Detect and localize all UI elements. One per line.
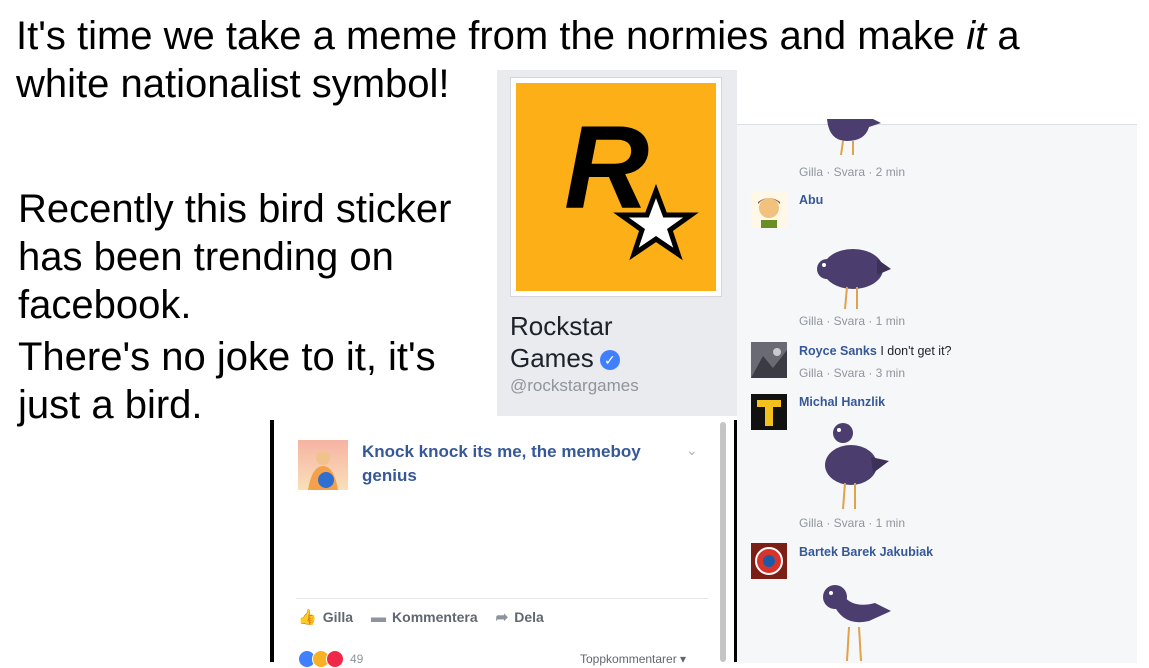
photo-avatar-icon [751,342,787,378]
reaction-count: 49 [350,652,364,666]
profile-handle[interactable]: @rockstargames [510,376,639,396]
bird-sticker-icon [823,585,891,662]
comment-meta[interactable]: Gilla · Svara · 3 min [799,366,905,380]
body-line: facebook. [18,283,192,327]
profile-name-line-2: Games ✓ [510,342,710,374]
speech-bubble-icon: ▬ [371,608,387,626]
profile-name-line-1: Rockstar [510,311,613,341]
comment-meta[interactable]: Gilla · Svara · 1 min [799,516,905,530]
comment-meta[interactable]: Gilla · Svara · 1 min [799,314,905,328]
post-title-link[interactable]: Knock knock its me, the memeboy genius [362,440,662,488]
profile-name[interactable]: Rockstar Games ✓ [510,310,710,374]
bird-sticker-icon [827,119,881,156]
commenter-name[interactable]: Michal Hanzlik [799,395,885,409]
headline-line-1: It's time we take a meme from the normie… [16,12,1020,60]
profile-name-text: Games [510,343,594,373]
bird-sticker-icon [825,423,889,510]
like-label: Gilla [322,609,354,625]
commenter-name[interactable]: Abu [799,193,823,207]
cartoon-face-icon [758,198,780,228]
body-line: Recently this bird sticker [18,187,452,231]
like-button[interactable]: 👍 Gilla [298,608,353,626]
commenter-avatar[interactable] [751,394,787,430]
post-actions: 👍 Gilla ▬ Kommentera ➦ Dela [298,608,544,627]
divider [296,598,708,599]
commenter-name-text: Royce Sanks [799,344,877,358]
chevron-down-icon[interactable]: ⌄ [686,442,698,459]
headline-emphasis: it [966,14,987,58]
facebook-post: Knock knock its me, the memeboy genius ⌄… [270,420,738,668]
verified-badge-icon: ✓ [599,350,620,371]
commenter-avatar[interactable] [751,543,787,579]
profile-picture-frame[interactable]: R [510,77,722,297]
reaction-summary[interactable]: 49 [298,650,363,668]
comments-panel: Gilla · Svara · 2 min Abu Gilla · Svara … [737,119,1137,663]
love-reaction-icon [326,650,344,668]
body-line: has been trending on [18,235,394,279]
headline-text: It's time we take a meme from the normie… [16,14,967,58]
bird-sticker-icon [817,249,891,310]
profile-card: R Rockstar Games ✓ @rockstargames [497,70,737,416]
commenter-name[interactable]: Bartek Barek Jakubiak [799,545,933,559]
comment-button[interactable]: ▬ Kommentera [371,608,478,626]
comment-sort-dropdown[interactable]: Toppkommentarer ▾ [580,652,686,666]
commenter-avatar[interactable] [751,192,787,228]
comment-label: Kommentera [392,609,478,625]
letter-t-logo-icon [751,394,787,430]
body-caption-a: Recently this bird sticker has been tren… [18,185,451,329]
share-label: Dela [514,609,544,625]
thumbs-up-icon: 👍 [298,609,317,626]
headline-text-end: a [986,14,1020,58]
body-caption-b: There's no joke to it, it's just a bird. [18,333,436,429]
share-arrow-icon: ➦ [495,609,509,626]
rockstar-logo: R [516,83,716,291]
commenter-avatar[interactable] [751,342,787,378]
body-line: There's no joke to it, it's [18,335,436,379]
commenter-name[interactable]: Royce Sanks I don't get it? [799,344,952,358]
monk-avatar-icon [308,451,338,490]
comment-meta[interactable]: Gilla · Svara · 2 min [799,165,905,179]
comment-text: I don't get it? [880,344,952,358]
post-avatar[interactable] [298,440,348,490]
scrollbar[interactable] [720,422,726,662]
football-crest-icon [751,543,787,579]
share-button[interactable]: ➦ Dela [496,608,544,626]
rockstar-logo-icon: R [564,102,699,261]
